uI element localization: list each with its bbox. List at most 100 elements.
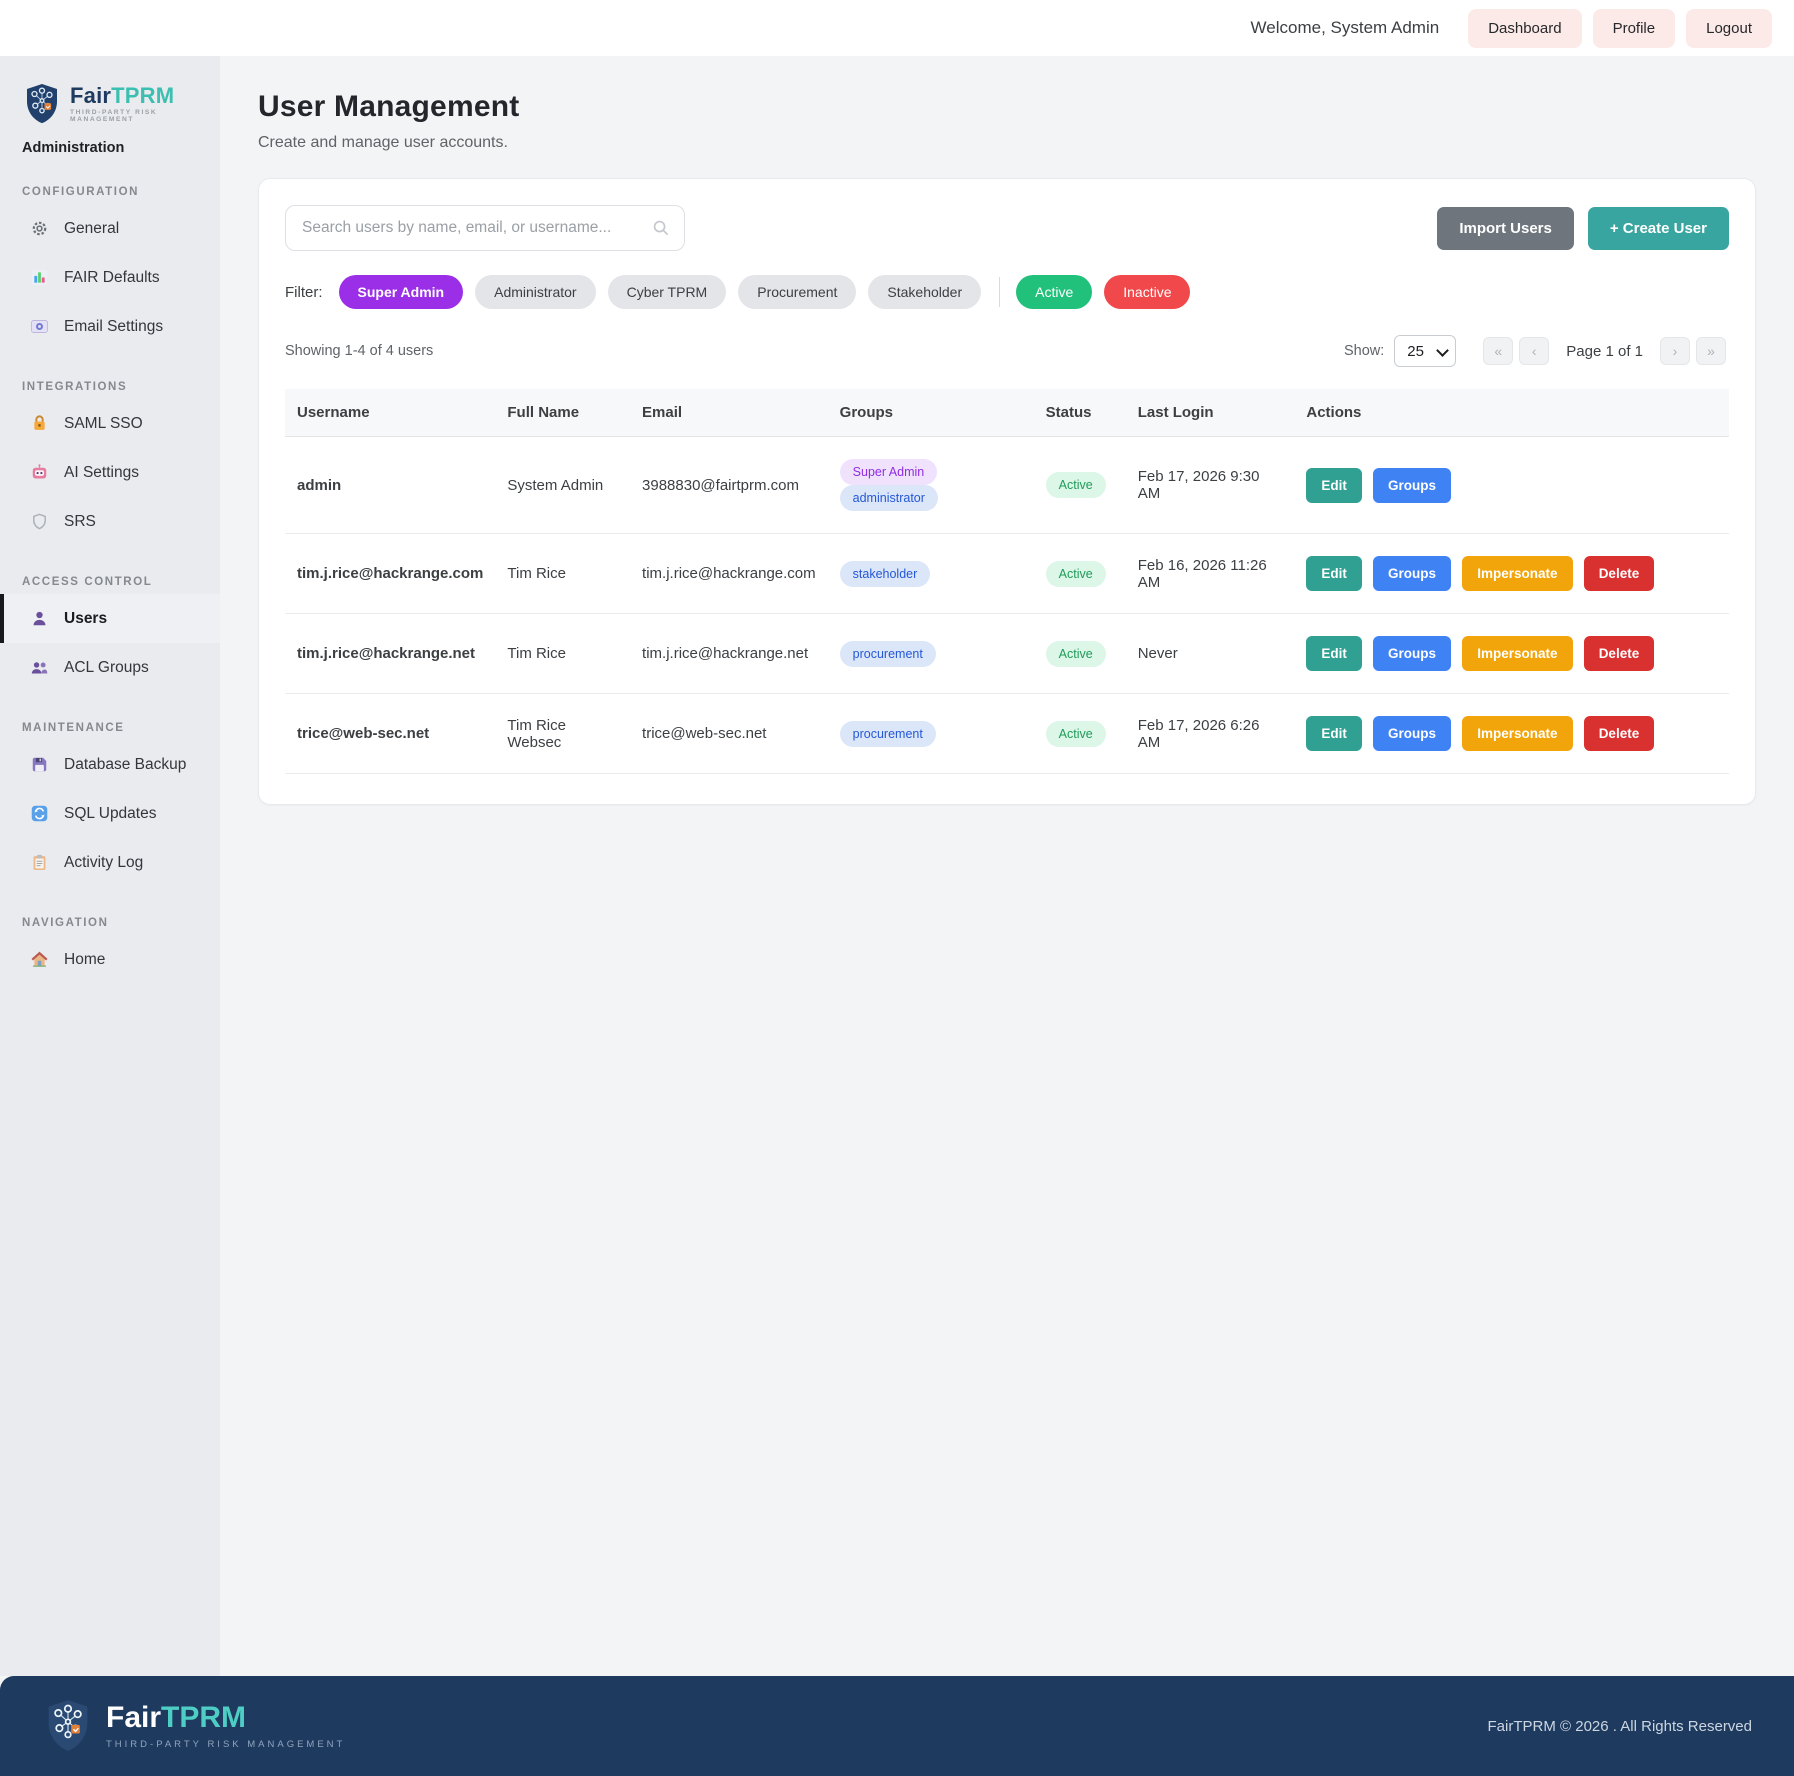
cell-username: admin [285,437,495,534]
floppy-icon [30,755,49,774]
footer-copyright: FairTPRM © 2026 . All Rights Reserved [1488,1718,1752,1735]
groups-button[interactable]: Groups [1373,556,1451,591]
sidebar-item-home[interactable]: Home [0,935,220,984]
sidebar-item-sql-updates[interactable]: SQL Updates [0,789,220,838]
profile-button[interactable]: Profile [1593,9,1676,48]
welcome-text: Welcome, System Admin [1251,18,1440,38]
footer-brand: FairTPRM THIRD-PARTY RISK MANAGEMENT [42,1698,345,1754]
col-header-status: Status [1034,389,1126,437]
group-badge: Super Admin [840,459,938,485]
results-count: Showing 1-4 of 4 users [285,343,433,359]
filter-chip-active[interactable]: Active [1016,275,1092,309]
lock-icon [30,414,49,433]
cell-username: trice@web-sec.net [285,694,495,774]
sidebar-item-acl-groups[interactable]: ACL Groups [0,643,220,692]
cell-status: Active [1034,694,1126,774]
edit-button[interactable]: Edit [1306,716,1362,751]
page-footer: FairTPRM THIRD-PARTY RISK MANAGEMENT Fai… [0,1676,1794,1776]
page-subtitle: Create and manage user accounts. [258,134,1756,152]
groups-button[interactable]: Groups [1373,468,1451,503]
cell-lastlogin: Feb 17, 2026 9:30 AM [1126,437,1295,534]
cell-actions: Edit Groups Impersonate Delete [1294,534,1729,614]
groups-button[interactable]: Groups [1373,716,1451,751]
groups-button[interactable]: Groups [1373,636,1451,671]
sidebar-item-database-backup[interactable]: Database Backup [0,740,220,789]
sidebar-item-email-settings[interactable]: Email Settings [0,302,220,351]
edit-button[interactable]: Edit [1306,468,1362,503]
sidebar-item-label: SQL Updates [64,805,156,823]
sidebar-item-label: FAIR Defaults [64,269,160,287]
search-icon [651,218,671,238]
filter-chip-cyber-tprm[interactable]: Cyber TPRM [608,275,727,309]
sidebar: FairTPRM THIRD-PARTY RISK MANAGEMENT Adm… [0,56,220,1676]
create-user-button[interactable]: + Create User [1588,207,1729,250]
gear-icon [30,219,49,238]
edit-button[interactable]: Edit [1306,636,1362,671]
sidebar-item-label: Users [64,610,107,628]
sidebar-item-fair-defaults[interactable]: FAIR Defaults [0,253,220,302]
cell-actions: Edit Groups Impersonate Delete [1294,614,1729,694]
cell-email: 3988830@fairtprm.com [630,437,828,534]
cell-fullname: Tim Rice [495,534,630,614]
delete-button[interactable]: Delete [1584,556,1655,591]
sidebar-brand: FairTPRM THIRD-PARTY RISK MANAGEMENT [0,82,220,126]
impersonate-button[interactable]: Impersonate [1462,716,1572,751]
search-input[interactable] [285,205,685,251]
cell-lastlogin: Feb 17, 2026 6:26 AM [1126,694,1295,774]
cell-groups: procurement [828,614,1034,694]
sidebar-item-ai-settings[interactable]: AI Settings [0,448,220,497]
filter-chip-stakeholder[interactable]: Stakeholder [868,275,981,309]
page-info: Page 1 of 1 [1566,343,1643,360]
sidebar-item-srs[interactable]: SRS [0,497,220,546]
dashboard-button[interactable]: Dashboard [1468,9,1581,48]
section-label-maintenance: MAINTENANCE [0,692,220,740]
results-meta-row: Showing 1-4 of 4 users Show: 25 « ‹ Page… [285,335,1729,367]
prev-page-button[interactable]: ‹ [1519,337,1549,365]
search-wrap [285,205,685,251]
impersonate-button[interactable]: Impersonate [1462,556,1572,591]
email-icon [30,317,49,336]
cell-status: Active [1034,437,1126,534]
first-page-button[interactable]: « [1483,337,1513,365]
col-header-email: Email [630,389,828,437]
filter-chip-inactive[interactable]: Inactive [1104,275,1190,309]
last-page-button[interactable]: » [1696,337,1726,365]
delete-button[interactable]: Delete [1584,716,1655,751]
bar-chart-icon [30,268,49,287]
sidebar-item-label: Database Backup [64,756,186,774]
table-row: tim.j.rice@hackrange.com Tim Rice tim.j.… [285,534,1729,614]
page-size-select[interactable]: 25 [1394,335,1456,367]
cell-fullname: Tim Rice Websec [495,694,630,774]
sidebar-item-general[interactable]: General [0,204,220,253]
next-page-button[interactable]: › [1660,337,1690,365]
page-title: User Management [258,90,1756,124]
col-header-groups: Groups [828,389,1034,437]
group-badge: stakeholder [840,561,931,587]
sidebar-item-saml-sso[interactable]: SAML SSO [0,399,220,448]
import-users-button[interactable]: Import Users [1437,207,1574,250]
shield-outline-icon [30,512,49,531]
users-table: Username Full Name Email Groups Status L… [285,389,1729,774]
sidebar-item-activity-log[interactable]: Activity Log [0,838,220,887]
delete-button[interactable]: Delete [1584,636,1655,671]
sidebar-item-users[interactable]: Users [0,594,220,643]
cell-email: tim.j.rice@hackrange.net [630,614,828,694]
col-header-username: Username [285,389,495,437]
home-icon [30,950,49,969]
cell-groups: procurement [828,694,1034,774]
edit-button[interactable]: Edit [1306,556,1362,591]
filter-chip-administrator[interactable]: Administrator [475,275,595,309]
logout-button[interactable]: Logout [1686,9,1772,48]
cell-status: Active [1034,614,1126,694]
filter-chip-super-admin[interactable]: Super Admin [339,275,464,309]
sidebar-item-label: ACL Groups [64,659,149,677]
footer-brand-shield-icon [42,1698,94,1754]
cell-groups: Super Admin administrator [828,437,1034,534]
filter-chip-procurement[interactable]: Procurement [738,275,856,309]
cell-fullname: System Admin [495,437,630,534]
sidebar-subtitle: Administration [0,126,220,156]
group-badge: administrator [840,485,938,511]
brand-tagline: THIRD-PARTY RISK MANAGEMENT [70,110,206,123]
impersonate-button[interactable]: Impersonate [1462,636,1572,671]
page: Welcome, System Admin Dashboard Profile … [0,0,1794,1776]
